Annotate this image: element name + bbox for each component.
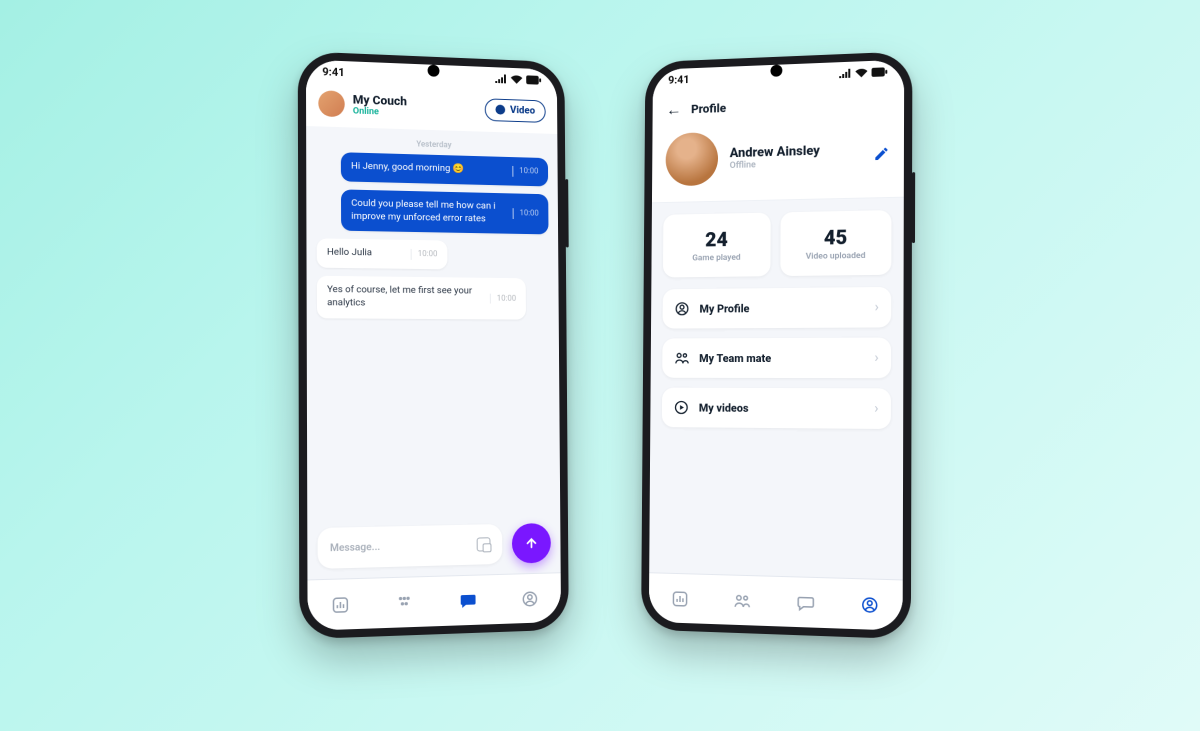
message-time: 10:00 (490, 293, 516, 304)
battery-icon (872, 67, 888, 77)
user-icon (674, 301, 690, 317)
back-button[interactable]: ← (666, 100, 682, 120)
chevron-right-icon: › (874, 400, 878, 416)
video-button-label: Video (510, 105, 535, 117)
composer: Message... (307, 513, 560, 580)
chat-contact-status: Online (353, 106, 407, 118)
bottom-nav (307, 572, 561, 631)
stat-value: 24 (667, 227, 767, 252)
nav-stats-icon[interactable] (330, 594, 351, 615)
message-time: 10:00 (512, 166, 538, 177)
message-input[interactable]: Message... (318, 524, 503, 569)
camera-dot (428, 65, 440, 77)
chevron-right-icon: › (875, 299, 879, 315)
play-icon (674, 400, 690, 416)
nav-chat-icon[interactable] (458, 590, 478, 611)
menu-label: My Profile (699, 301, 864, 315)
nav-team-icon[interactable] (732, 590, 752, 611)
message-incoming[interactable]: Hello Julia 10:00 (317, 239, 448, 270)
message-text: Hello Julia (327, 247, 403, 261)
pencil-icon (873, 146, 889, 163)
menu-my-team[interactable]: My Team mate › (662, 338, 891, 379)
signal-icon (495, 74, 507, 83)
avatar[interactable] (666, 132, 719, 186)
stat-label: Game played (667, 252, 767, 263)
phone-chat: 9:41 My Couch Online Video (298, 51, 569, 639)
stat-videos[interactable]: 45 Video uploaded (780, 210, 891, 276)
chat-header: My Couch Online Video (306, 82, 557, 134)
chat-body[interactable]: Yesterday Hi Jenny, good morning 😊 10:00… (306, 126, 560, 518)
message-text: Yes of course, let me first see your ana… (327, 284, 482, 311)
menu-label: My videos (699, 401, 864, 415)
message-outgoing[interactable]: Hi Jenny, good morning 😊 10:00 (341, 152, 548, 186)
profile-hero: Andrew Ainsley Offline (652, 122, 904, 203)
edit-button[interactable] (873, 146, 889, 163)
status-time: 9:41 (668, 73, 689, 87)
nav-profile-icon[interactable] (860, 594, 881, 615)
wifi-icon (511, 74, 523, 83)
send-button[interactable] (512, 523, 551, 564)
status-icons (495, 74, 541, 85)
message-time: 10:00 (411, 249, 438, 260)
phone-profile: 9:41 ← Profile Andrew Ainsley Offline (641, 51, 912, 639)
message-text: Hi Jenny, good morning 😊 (351, 161, 505, 178)
status-icons (839, 67, 888, 78)
nav-chat-icon[interactable] (795, 592, 815, 613)
battery-icon (526, 75, 541, 84)
date-separator: Yesterday (316, 136, 548, 152)
menu-my-videos[interactable]: My videos › (662, 388, 891, 429)
nav-profile-icon[interactable] (520, 588, 540, 609)
avatar[interactable] (318, 90, 344, 117)
video-call-button[interactable]: Video (485, 98, 546, 123)
status-time: 9:41 (322, 65, 344, 79)
message-placeholder: Message... (330, 541, 380, 553)
profile-name: Andrew Ainsley (730, 143, 820, 160)
bottom-nav (649, 572, 903, 631)
profile-status: Offline (730, 158, 820, 170)
message-time: 10:00 (513, 208, 539, 219)
chevron-right-icon: › (874, 350, 878, 366)
page-title: Profile (691, 101, 726, 116)
stat-value: 45 (784, 224, 887, 250)
wifi-icon (855, 68, 867, 77)
attachment-icon[interactable] (477, 537, 491, 551)
profile-menu: My Profile › My Team mate › My videos › (650, 287, 903, 429)
stat-label: Video uploaded (784, 251, 887, 263)
message-text: Could you please tell me how can i impro… (351, 197, 505, 226)
arrow-up-icon (525, 536, 539, 550)
menu-my-profile[interactable]: My Profile › (663, 287, 892, 329)
video-icon (495, 105, 505, 115)
message-outgoing[interactable]: Could you please tell me how can i impro… (341, 189, 549, 235)
nav-stats-icon[interactable] (670, 588, 690, 609)
signal-icon (839, 68, 851, 77)
nav-team-icon[interactable] (394, 592, 414, 613)
team-icon (674, 350, 690, 366)
stats-row: 24 Game played 45 Video uploaded (651, 198, 903, 290)
menu-label: My Team mate (699, 351, 864, 364)
message-incoming[interactable]: Yes of course, let me first see your ana… (317, 276, 526, 319)
stat-games[interactable]: 24 Game played (663, 213, 771, 278)
